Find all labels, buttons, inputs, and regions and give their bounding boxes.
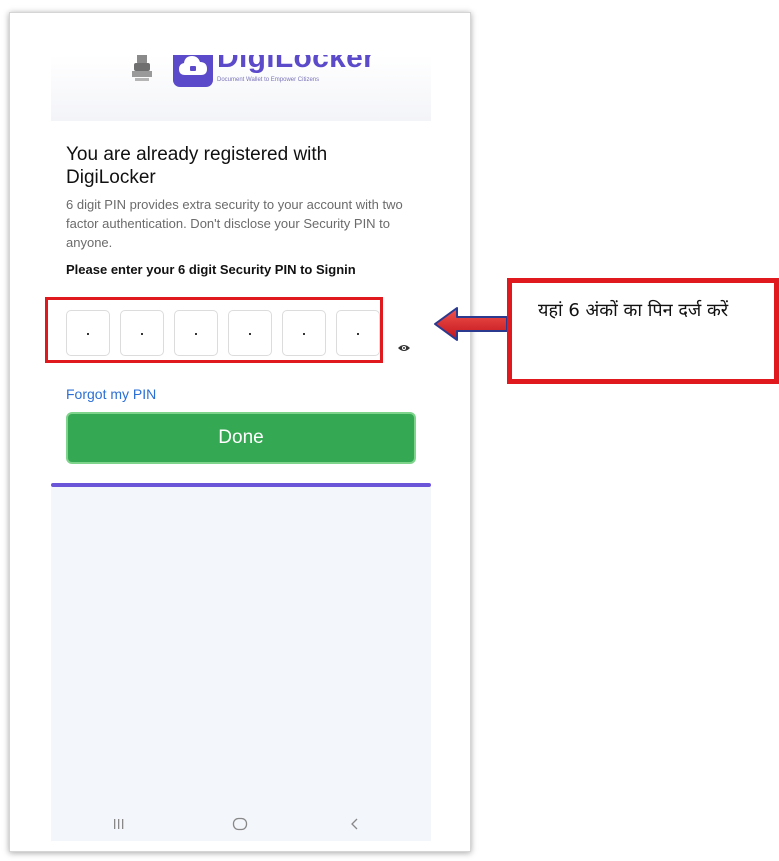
pin-digit-3[interactable]: · [174,310,218,356]
recents-icon[interactable] [113,817,125,831]
security-description: 6 digit PIN provides extra security to y… [66,197,403,250]
pin-digit-1[interactable]: · [66,310,110,356]
arrow-left-icon [434,307,508,341]
page-title: You are already registered with DigiLock… [66,144,328,188]
forgot-pin-link[interactable]: Forgot my PIN [66,386,156,402]
cloud-lock-icon [179,56,207,75]
callout-text: यहां 6 अंकों का पिन दर्ज करें [538,300,729,321]
empty-content-area [51,487,431,841]
brand-tagline: Document Wallet to Empower Citizens [217,77,320,83]
pin-digit-2[interactable]: · [120,310,164,356]
annotation-callout: यहां 6 अंकों का पिन दर्ज करें [507,278,779,384]
pin-digit-4[interactable]: · [228,310,272,356]
brand-name: DigiLocker [217,55,376,74]
app-screen: DigiLocker Document Wallet to Empower Ci… [51,55,431,841]
pin-input-group: · · · · · · [66,310,380,356]
app-header: DigiLocker Document Wallet to Empower Ci… [51,55,431,121]
registration-message: You are already registered with DigiLock… [66,143,416,252]
digilocker-logo [173,55,213,87]
eye-icon[interactable] [397,343,411,353]
android-nav-bar [10,809,470,839]
national-emblem-icon [132,55,152,81]
pin-label: Please enter your 6 digit Security PIN t… [66,262,356,277]
phone-frame: DigiLocker Document Wallet to Empower Ci… [9,12,471,852]
home-icon[interactable] [232,817,248,831]
pin-digit-5[interactable]: · [282,310,326,356]
done-button[interactable]: Done [66,412,416,464]
back-icon[interactable] [349,817,359,831]
pin-digit-6[interactable]: · [336,310,380,356]
